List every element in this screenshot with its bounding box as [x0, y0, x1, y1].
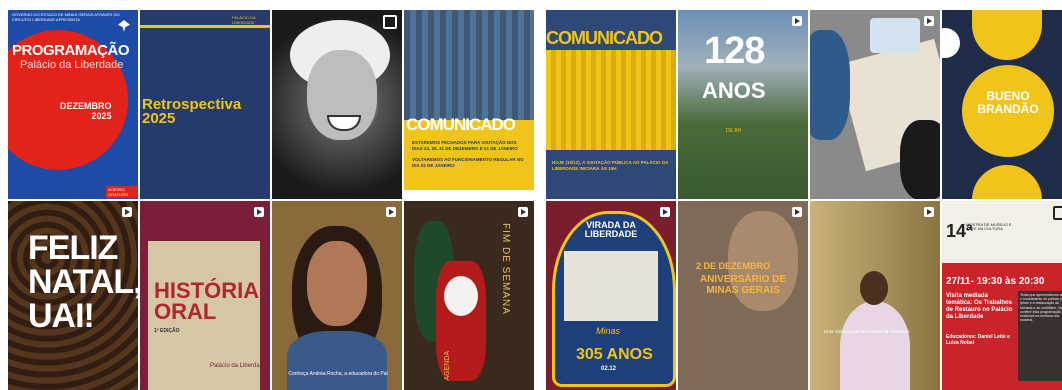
post-virada-da-liberdade[interactable]: VIRADA DA LIBERDADE Minas 305 ANOS 02.12: [546, 201, 676, 390]
post-edition: 1ª EDIÇÃO: [154, 328, 180, 334]
reel-icon: [122, 207, 132, 217]
reel-icon: [792, 16, 802, 26]
palace-illustration: [564, 251, 658, 321]
yellow-shape-bottom: [972, 165, 1042, 199]
yellow-bar: [140, 25, 270, 28]
reel-icon: [518, 207, 528, 217]
post-portrait-photo[interactable]: [272, 10, 402, 199]
child-figure-right: [900, 120, 940, 199]
yellow-shape-top: [972, 10, 1042, 60]
post-number: 128: [704, 30, 765, 72]
post-month: DEZEMBRO 2025: [60, 101, 112, 121]
post-historia-oral[interactable]: HISTÓRIA ORAL 1ª EDIÇÃO Palácio da Liber…: [140, 201, 270, 390]
post-overlay-text: Tenta que apresentamos sobre o tombament…: [1020, 293, 1062, 323]
crayon-box: [870, 18, 920, 53]
post-kids-activity[interactable]: [810, 10, 940, 199]
post-educators: Educadores: Daniel Leite e Luiza Nobel: [946, 334, 1010, 346]
post-128-anos[interactable]: 128 ANOS DE BH: [678, 10, 808, 199]
carousel-icon: [383, 15, 397, 29]
post-header-text: GOVERNO DO ESTADO DE MINAS GERAIS ATRAVÉ…: [12, 12, 120, 22]
post-tag: Minas: [596, 326, 621, 336]
post-agenda-fim-de-semana[interactable]: FIM DE SEMANA AGENDA: [404, 201, 534, 390]
post-event: Visita mediada temática: Os Trabalhos de…: [946, 293, 1013, 320]
palace-illustration: [546, 50, 676, 150]
post-side: MOSTRA DE MUSEUS E ARTE NA CULTURA: [966, 222, 1012, 232]
carousel-icon: [1053, 206, 1062, 220]
post-comunicado-fechamento[interactable]: COMUNICADO ESTAREMOS FECHADOS PARA VISIT…: [404, 10, 534, 199]
post-subtitle: Palácio da Liberdade: [20, 59, 124, 71]
white-shape: [942, 28, 960, 58]
post-caption: Conheça Andréa Rocha, a educadora do Pal: [288, 371, 388, 377]
post-programacao[interactable]: GOVERNO DO ESTADO DE MINAS GERAIS ATRAVÉ…: [8, 10, 138, 199]
post-feliz-natal[interactable]: FELIZ NATAL, UAI!: [8, 201, 138, 390]
post-tag: AGENDA: [444, 351, 451, 381]
reel-icon: [386, 207, 396, 217]
sponsor-logos-strip: [404, 190, 534, 199]
post-word: ANOS: [702, 78, 766, 103]
post-retrospectiva[interactable]: PALÁCIO DA LIBERDADE Retrospectiva 2025: [140, 10, 270, 199]
post-visita-guiada[interactable]: Uma visita guiada ao Palácio da Liberdad…: [810, 201, 940, 390]
santa-beard: [444, 276, 478, 316]
post-mostra-museus[interactable]: 14ª MOSTRA DE MUSEUS E ARTE NA CULTURA 2…: [942, 201, 1062, 390]
post-date: 02.12: [601, 366, 617, 372]
post-title: HISTÓRIA ORAL: [154, 278, 259, 324]
reel-icon: [660, 207, 670, 217]
post-aniversario-mg[interactable]: 2 DE DEZEMBRO ANIVERSÁRIO DE MINAS GERAI…: [678, 201, 808, 390]
post-title: VIRADA DA LIBERDADE: [584, 220, 638, 239]
post-sub: DE BH: [726, 128, 742, 134]
figure-head: [860, 271, 888, 305]
post-date: 2 DE DEZEMBRO: [696, 261, 771, 271]
reel-icon: [254, 207, 264, 217]
post-time: 27/11- 19:30 às 20:30: [946, 276, 1045, 287]
reel-icon: [792, 207, 802, 217]
post-title: PROGRAMAÇÃO: [12, 42, 130, 59]
profile-grid-left: GOVERNO DO ESTADO DE MINAS GERAIS ATRAVÉ…: [8, 10, 534, 390]
reel-icon: [924, 16, 934, 26]
photo-shirt: [287, 331, 387, 390]
post-footer: Palácio da Liberdade: [210, 363, 267, 369]
post-title: ANIVERSÁRIO DE MINAS GERAIS: [699, 274, 787, 296]
post-bueno-brandao[interactable]: BUENO BRANDÃO: [942, 10, 1062, 199]
palace-illustration: [404, 10, 534, 120]
profile-grid-right: COMUNICADO HOJE (10/12), A VISITAÇÃO PÚB…: [546, 10, 1062, 390]
post-educadora[interactable]: Conheça Andréa Rocha, a educadora do Pal: [272, 201, 402, 390]
post-title: COMUNICADO: [546, 28, 663, 48]
post-title: BUENO BRANDÃO: [977, 89, 1039, 116]
post-title: Retrospectiva 2025: [142, 96, 242, 128]
post-title: COMUNICADO: [406, 115, 516, 134]
child-figure-left: [810, 30, 850, 140]
post-years: 305 ANOS: [576, 346, 653, 363]
post-body: ESTAREMOS FECHADOS PARA VISITAÇÃO NOS DI…: [412, 140, 524, 168]
post-caption: Uma visita guiada ao Palácio da Liberdad…: [824, 329, 910, 334]
dress-figure: [840, 301, 910, 390]
free-access-badge: ACESSO GRATUITO: [106, 186, 138, 198]
post-side-text: FIM DE SEMANA: [500, 223, 511, 315]
reel-icon: [924, 207, 934, 217]
photo-face: [307, 241, 367, 326]
post-comunicado-horario[interactable]: COMUNICADO HOJE (10/12), A VISITAÇÃO PÚB…: [546, 10, 676, 199]
post-body: HOJE (10/12), A VISITAÇÃO PÚBLICA AO PAL…: [552, 160, 669, 171]
post-title: FELIZ NATAL, UAI!: [28, 229, 138, 335]
